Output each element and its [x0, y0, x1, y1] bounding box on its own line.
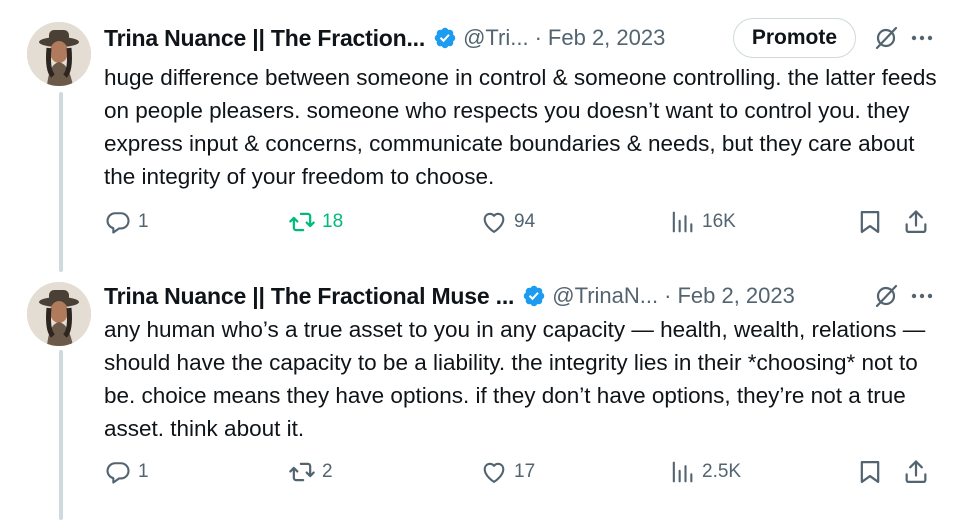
tweet[interactable]: Trina Nuance || The Fraction... @Tri... …	[0, 0, 964, 262]
retweet-count: 18	[322, 211, 344, 232]
promote-button[interactable]: Promote	[732, 18, 856, 58]
author-handle[interactable]: @Tri...	[463, 25, 529, 51]
tweet-header: Trina Nuance || The Fractional Muse ... …	[104, 278, 940, 314]
retweet-count: 2	[322, 461, 333, 482]
views-button[interactable]: 2.5K	[668, 458, 741, 486]
reply-count: 1	[138, 211, 149, 232]
grok-icon[interactable]	[868, 20, 904, 56]
bookmark-button[interactable]	[856, 208, 884, 236]
bookmark-icon	[860, 460, 880, 484]
more-options-icon[interactable]	[904, 20, 940, 56]
tweet-text: any human who’s a true asset to you in a…	[104, 317, 926, 441]
reply-icon	[106, 462, 130, 484]
reply-button[interactable]: 1	[104, 458, 149, 486]
tweet-header: Trina Nuance || The Fraction... @Tri... …	[104, 18, 940, 58]
share-button[interactable]	[902, 208, 930, 236]
views-count: 16K	[702, 211, 736, 232]
tweet-actions: 1 18 94 16K	[104, 208, 944, 248]
grok-icon[interactable]	[868, 278, 904, 314]
views-button[interactable]: 16K	[668, 208, 736, 236]
like-count: 17	[514, 461, 536, 482]
reply-count: 1	[138, 461, 149, 482]
share-icon	[905, 460, 927, 484]
author-name[interactable]: Trina Nuance || The Fraction...	[104, 25, 425, 52]
bookmark-icon	[860, 210, 880, 234]
retweet-icon	[289, 212, 315, 232]
like-button[interactable]: 17	[480, 458, 535, 486]
views-icon	[672, 211, 693, 233]
author-name[interactable]: Trina Nuance || The Fractional Muse ...	[104, 283, 514, 310]
heart-icon	[483, 462, 505, 483]
heart-icon	[483, 212, 505, 233]
author-handle[interactable]: @TrinaN...	[552, 283, 658, 309]
tweet-date[interactable]: Feb 2, 2023	[548, 25, 665, 51]
tweet-date[interactable]: Feb 2, 2023	[677, 283, 794, 309]
retweet-button[interactable]: 2	[288, 458, 333, 486]
separator-dot: ·	[664, 283, 672, 308]
tweet-actions: 1 2 17 2.5K	[104, 458, 944, 498]
bookmark-button[interactable]	[856, 458, 884, 486]
reply-icon	[106, 212, 130, 234]
avatar[interactable]	[27, 22, 91, 86]
verified-badge-icon[interactable]	[433, 26, 457, 50]
like-button[interactable]: 94	[480, 208, 535, 236]
like-count: 94	[514, 211, 536, 232]
verified-badge-icon[interactable]	[522, 284, 546, 308]
retweet-button[interactable]: 18	[288, 208, 343, 236]
tweet-text: huge difference between someone in contr…	[104, 65, 937, 189]
share-icon	[905, 210, 927, 234]
separator-dot: ·	[534, 25, 542, 50]
retweet-icon	[289, 462, 315, 482]
views-count: 2.5K	[702, 461, 742, 482]
reply-button[interactable]: 1	[104, 208, 149, 236]
tweet[interactable]: Trina Nuance || The Fractional Muse ... …	[0, 262, 964, 520]
more-options-icon[interactable]	[904, 278, 940, 314]
share-button[interactable]	[902, 458, 930, 486]
views-icon	[672, 461, 693, 483]
avatar[interactable]	[27, 282, 91, 346]
